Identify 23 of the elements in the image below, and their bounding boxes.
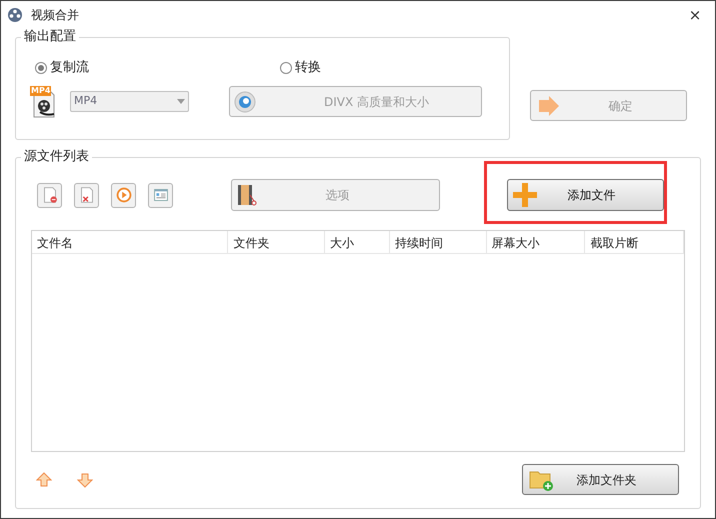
toolbar-button[interactable] <box>111 182 136 208</box>
gear-icon <box>234 90 256 112</box>
column-header[interactable]: 截取片断 <box>585 231 684 254</box>
arrow-up-icon[interactable] <box>36 472 52 488</box>
plus-icon <box>512 182 538 208</box>
add-file-button[interactable]: 添加文件 <box>507 179 664 211</box>
column-header[interactable]: 大小 <box>325 231 390 254</box>
toolbar-button[interactable] <box>148 182 173 208</box>
add-folder-button[interactable]: 添加文件夹 <box>522 464 679 495</box>
close-button[interactable]: × <box>685 4 705 26</box>
arrow-down-icon[interactable] <box>77 472 93 488</box>
arrow-right-icon <box>537 94 561 116</box>
radio-button[interactable]: 复制流 <box>35 58 280 78</box>
column-header[interactable]: 文件夹 <box>228 231 326 254</box>
column-header[interactable]: 文件名 <box>32 231 228 254</box>
column-header[interactable]: 屏幕大小 <box>486 231 586 254</box>
radio-button[interactable]: 转换 <box>280 58 321 78</box>
window-title: 视频合并 <box>31 7 79 24</box>
dropdown-arrow-icon <box>177 99 185 104</box>
column-header[interactable]: 持续时间 <box>390 231 487 254</box>
toolbar-button[interactable] <box>74 182 99 208</box>
toolbar-button[interactable] <box>37 182 62 208</box>
film-reel-icon <box>7 7 23 23</box>
